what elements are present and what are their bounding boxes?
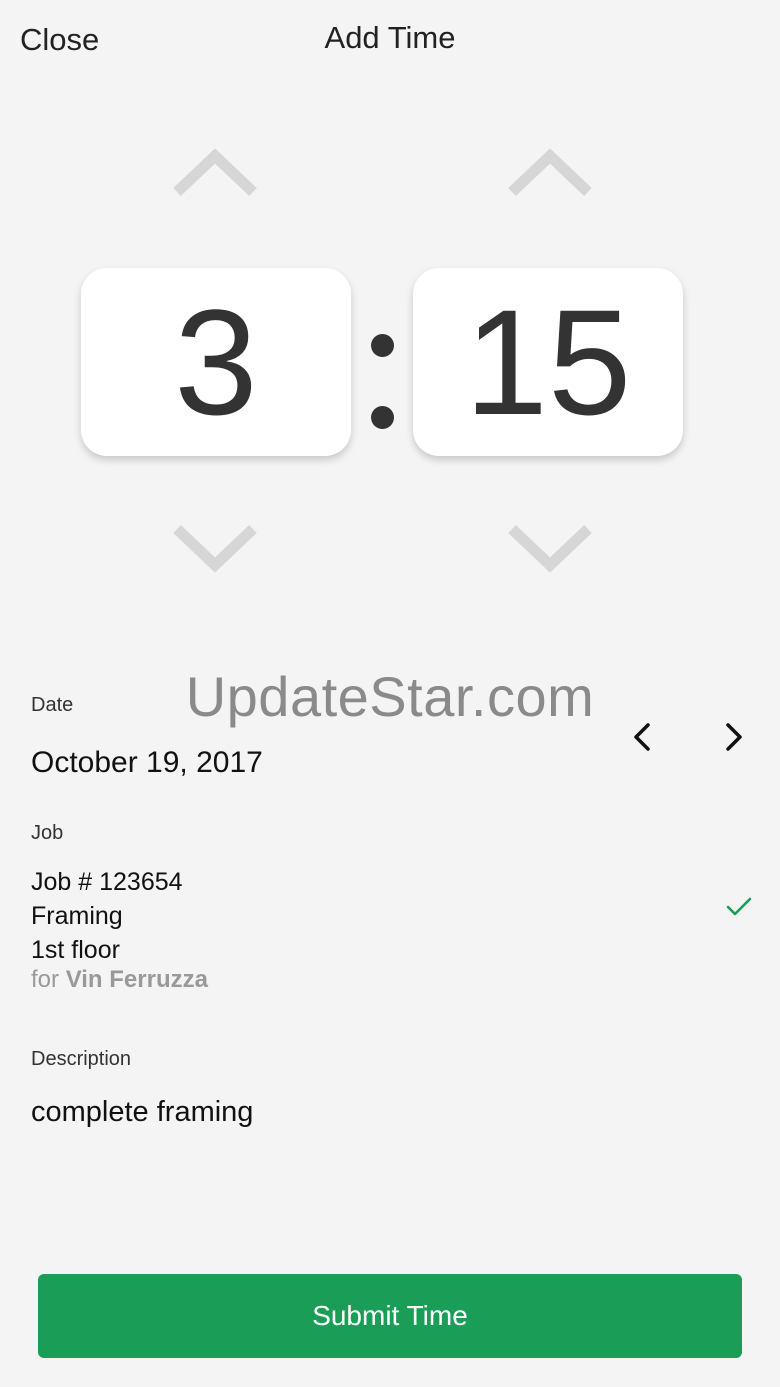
description-label: Description [31, 1048, 132, 1070]
job-client-prefix: for [31, 966, 60, 993]
chevron-up-icon [173, 148, 257, 196]
chevron-left-icon [634, 723, 650, 751]
watermark-text: UpdateStar.com [185, 665, 595, 728]
job-task[interactable]: Framing [31, 902, 123, 931]
job-label: Job [31, 822, 64, 844]
next-date-button[interactable] [714, 717, 754, 757]
chevron-right-icon [726, 723, 742, 751]
page-title: Add Time [324, 20, 456, 55]
minutes-card[interactable]: 15 [413, 268, 683, 456]
submit-time-button[interactable]: Submit Time [38, 1274, 742, 1358]
previous-date-button[interactable] [622, 717, 662, 757]
date-value[interactable]: October 19, 2017 [31, 746, 263, 780]
job-location[interactable]: 1st floor [31, 936, 120, 965]
date-label: Date [31, 694, 74, 716]
hours-value: 3 [174, 277, 258, 446]
job-client: for Vin Ferruzza [31, 966, 208, 994]
chevron-up-icon [508, 148, 592, 196]
time-separator [365, 320, 401, 430]
job-number[interactable]: Job # 123654 [31, 868, 183, 897]
checkmark-icon [726, 897, 752, 916]
chevron-down-icon [508, 525, 592, 573]
hours-card[interactable]: 3 [81, 268, 351, 456]
hour-increment-button[interactable] [165, 140, 265, 210]
minutes-value: 15 [464, 277, 632, 446]
submit-time-label: Submit Time [312, 1300, 468, 1331]
minute-decrement-button[interactable] [500, 513, 600, 583]
job-selected-check [725, 895, 753, 919]
job-client-name: Vin Ferruzza [65, 966, 208, 993]
description-field[interactable]: complete framing [31, 1096, 253, 1129]
chevron-down-icon [173, 525, 257, 573]
hour-decrement-button[interactable] [165, 513, 265, 583]
minute-increment-button[interactable] [500, 140, 600, 210]
